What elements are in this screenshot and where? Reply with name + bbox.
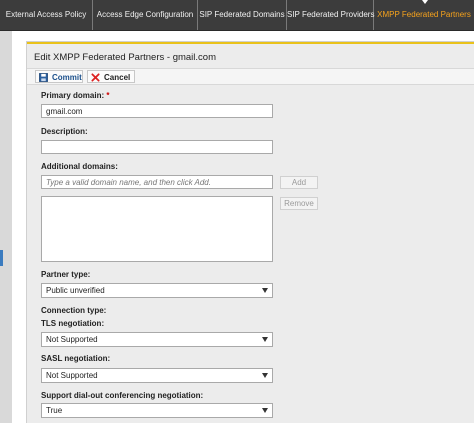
partner-type-select[interactable]: Public unverified <box>41 283 273 298</box>
dialout-conferencing-value: True <box>46 406 63 415</box>
panel-title: Edit XMPP Federated Partners - gmail.com <box>34 52 216 63</box>
tab-sip-federated-providers[interactable]: SIP Federated Providers <box>287 0 374 30</box>
tab-bar: External Access Policy Access Edge Confi… <box>0 0 474 31</box>
required-marker: * <box>106 91 110 100</box>
chevron-down-icon <box>262 408 268 413</box>
cancel-button[interactable]: Cancel <box>87 70 135 83</box>
left-nav-indicator <box>0 250 3 266</box>
commit-label: Commit <box>52 73 82 82</box>
sasl-negotiation-value: Not Supported <box>46 371 98 380</box>
toolbar: Commit Cancel <box>27 68 474 85</box>
description-label: Description: <box>41 127 88 136</box>
description-input[interactable] <box>41 140 273 154</box>
tls-negotiation-value: Not Supported <box>46 335 98 344</box>
primary-domain-input[interactable] <box>41 104 273 118</box>
chevron-down-icon <box>262 288 268 293</box>
partner-type-value: Public unverified <box>46 286 105 295</box>
cancel-label: Cancel <box>104 73 131 82</box>
additional-domains-label: Additional domains: <box>41 162 118 171</box>
tab-external-access-policy[interactable]: External Access Policy <box>0 0 93 30</box>
close-icon <box>91 73 100 82</box>
remove-button[interactable]: Remove <box>280 197 318 210</box>
chevron-down-icon <box>262 373 268 378</box>
active-tab-pointer <box>422 0 428 4</box>
additional-domains-list[interactable] <box>41 196 273 262</box>
chevron-down-icon <box>262 337 268 342</box>
panel-accent-line <box>27 42 474 44</box>
save-icon <box>39 73 48 82</box>
tls-negotiation-select[interactable]: Not Supported <box>41 332 273 347</box>
left-gutter <box>0 31 12 423</box>
tab-xmpp-federated-partners[interactable]: XMPP Federated Partners <box>374 0 474 30</box>
sasl-negotiation-label: SASL negotiation: <box>41 354 111 363</box>
sasl-negotiation-select[interactable]: Not Supported <box>41 368 273 383</box>
dialout-conferencing-label: Support dial-out conferencing negotiatio… <box>41 391 204 400</box>
additional-domain-input[interactable] <box>41 175 273 189</box>
dialout-conferencing-select[interactable]: True <box>41 403 273 418</box>
primary-domain-label: Primary domain: * <box>41 91 110 100</box>
add-button[interactable]: Add <box>280 176 318 189</box>
partner-type-label: Partner type: <box>41 270 91 279</box>
tls-negotiation-label: TLS negotiation: <box>41 319 105 328</box>
connection-type-label: Connection type: <box>41 306 107 315</box>
edit-panel: Edit XMPP Federated Partners - gmail.com… <box>26 41 474 423</box>
commit-button[interactable]: Commit <box>35 70 83 83</box>
tab-sip-federated-domains[interactable]: SIP Federated Domains <box>198 0 287 30</box>
tab-access-edge-configuration[interactable]: Access Edge Configuration <box>93 0 198 30</box>
